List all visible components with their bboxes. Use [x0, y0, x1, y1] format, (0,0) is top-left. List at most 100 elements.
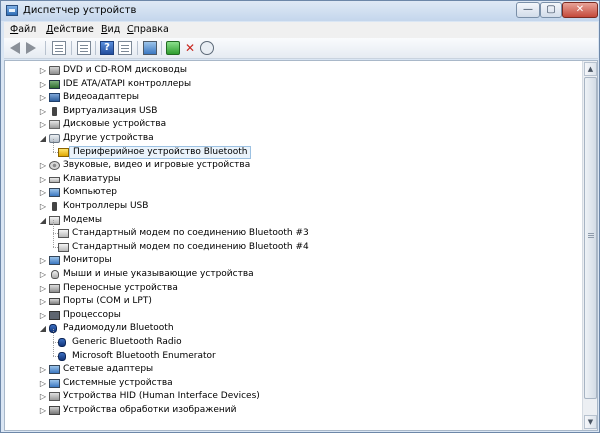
- help-icon[interactable]: ?: [100, 41, 114, 55]
- tree-item-label: Дисковые устройства: [63, 119, 167, 130]
- tree-category-item[interactable]: ▷ Устройства обработки изображений: [5, 404, 582, 417]
- tree-connector-line: [53, 220, 55, 234]
- properties-icon[interactable]: [77, 41, 91, 55]
- expand-arrow-icon[interactable]: ▷: [39, 295, 47, 308]
- device-tree: ▷ DVD и CD-ROM дисководы ▷ IDE ATA/ATAPI ко…: [5, 61, 582, 430]
- menu-help-label: правка: [133, 24, 169, 35]
- tree-category-item[interactable]: ◢ Другие устройства: [5, 132, 582, 145]
- tree-child-item[interactable]: Периферийное устройство Bluetooth: [5, 138, 582, 159]
- expand-arrow-icon[interactable]: ▷: [39, 282, 47, 295]
- tree-item-label: Компьютер: [63, 187, 117, 198]
- tree-category-item[interactable]: ◢ Модемы: [5, 214, 582, 227]
- tree-child-item[interactable]: Microsoft Bluetooth Enumerator: [5, 342, 582, 363]
- back-arrow-icon[interactable]: [10, 42, 20, 54]
- expand-arrow-icon[interactable]: ▷: [39, 404, 47, 417]
- tree-item-label: Порты (COM и LPT): [63, 296, 152, 307]
- collapse-arrow-icon[interactable]: ◢: [39, 132, 47, 145]
- menu-file[interactable]: Файл: [10, 24, 36, 35]
- tree-category-item[interactable]: ▷ Звуковые, видео и игровые устройства: [5, 159, 582, 172]
- scan-hardware-icon[interactable]: [143, 41, 157, 55]
- forward-arrow-icon[interactable]: [26, 42, 36, 54]
- tree-category-item[interactable]: ▷ Дисковые устройства: [5, 118, 582, 131]
- expand-arrow-icon[interactable]: ▷: [39, 105, 47, 118]
- tree-category-item[interactable]: ▷ Компьютер: [5, 186, 582, 199]
- mouse-icon: [51, 270, 59, 279]
- tree-item-label: Звуковые, видео и игровые устройства: [63, 160, 251, 171]
- tree-item-label: Стандартный модем по соединению Bluetoot…: [72, 241, 309, 252]
- tree-item-label: Устройства HID (Human Interface Devices): [63, 391, 260, 402]
- menu-action[interactable]: Действие: [46, 24, 94, 35]
- expand-arrow-icon[interactable]: ▷: [39, 254, 47, 267]
- processor-icon: [49, 310, 60, 320]
- tree-child-item[interactable]: Стандартный модем по соединению Bluetoot…: [5, 233, 582, 254]
- tree-category-item[interactable]: ▷ Мыши и иные указывающие устройства: [5, 268, 582, 281]
- modem-icon: [58, 242, 69, 252]
- minimize-button[interactable]: —: [516, 2, 540, 18]
- tree-category-item[interactable]: ▷ Процессоры: [5, 309, 582, 322]
- tree-category-item[interactable]: ▷ Устройства HID (Human Interface Devices…: [5, 390, 582, 403]
- expand-arrow-icon[interactable]: ▷: [39, 118, 47, 131]
- monitor-icon: [49, 256, 60, 266]
- tree-connector-line: [53, 329, 55, 342]
- show-hide-tree-icon[interactable]: [52, 41, 66, 55]
- title-bar[interactable]: Диспетчер устройств — ▢ ✕: [1, 1, 599, 21]
- tree-item-label: Переносные устройства: [63, 282, 178, 293]
- menu-help[interactable]: Справка: [127, 24, 169, 35]
- view-icon[interactable]: [118, 41, 132, 55]
- tree-item-label: Мониторы: [63, 255, 112, 266]
- tree-item-label: Устройства обработки изображений: [63, 405, 237, 415]
- tree-category-item[interactable]: ◢ Радиомодули Bluetooth: [5, 322, 582, 335]
- tree-category-item[interactable]: ▷ Контроллеры USB: [5, 200, 582, 213]
- tree-category-item[interactable]: ▷ DVD и CD-ROM дисководы: [5, 64, 582, 77]
- scroll-down-arrow-icon[interactable]: ▼: [584, 415, 597, 429]
- expand-arrow-icon[interactable]: ▷: [39, 390, 47, 403]
- expand-arrow-icon[interactable]: ▷: [39, 377, 47, 390]
- tree-category-item[interactable]: ▷ Видеоадаптеры: [5, 91, 582, 104]
- disable-device-icon[interactable]: [200, 41, 214, 55]
- ide-controller-icon: [49, 79, 60, 89]
- disk-drive-icon: [49, 120, 60, 130]
- network-adapter-icon: [49, 365, 60, 375]
- tree-category-item[interactable]: ▷ Виртуализация USB: [5, 105, 582, 118]
- menu-action-label: ействие: [53, 24, 94, 35]
- expand-arrow-icon[interactable]: ▷: [39, 268, 47, 281]
- menu-view[interactable]: Вид: [101, 24, 120, 35]
- update-driver-icon[interactable]: [166, 41, 180, 55]
- tree-category-item[interactable]: ▷ Переносные устройства: [5, 282, 582, 295]
- toolbar-separator: [45, 41, 46, 55]
- keyboard-icon: [49, 176, 60, 183]
- expand-arrow-icon[interactable]: ▷: [39, 91, 47, 104]
- expand-arrow-icon[interactable]: ▷: [39, 363, 47, 376]
- collapse-arrow-icon[interactable]: ◢: [39, 322, 47, 335]
- tree-category-item[interactable]: ▷ Системные устройства: [5, 377, 582, 390]
- tree-category-item[interactable]: ▷ Сетевые адаптеры: [5, 363, 582, 376]
- scroll-up-arrow-icon[interactable]: ▲: [584, 62, 597, 76]
- expand-arrow-icon[interactable]: ▷: [39, 200, 47, 213]
- expand-arrow-icon[interactable]: ▷: [39, 78, 47, 91]
- tree-category-item[interactable]: ▷ Мониторы: [5, 254, 582, 267]
- expand-arrow-icon[interactable]: ▷: [39, 309, 47, 322]
- tree-category-item[interactable]: ▷ Порты (COM и LPT): [5, 295, 582, 308]
- tree-category-item[interactable]: ▷ Клавиатуры: [5, 173, 582, 186]
- close-button[interactable]: ✕: [562, 2, 598, 18]
- warning-device-icon: [58, 147, 69, 157]
- tree-child-item[interactable]: Generic Bluetooth Radio: [5, 329, 582, 349]
- tree-category-item[interactable]: ▷ IDE ATA/ATAPI контроллеры: [5, 78, 582, 91]
- bluetooth-icon: [58, 338, 66, 347]
- vertical-scrollbar[interactable]: ▲ ▼: [582, 61, 597, 430]
- tree-item-label: Виртуализация USB: [63, 105, 158, 116]
- tree-item-label: Microsoft Bluetooth Enumerator: [72, 350, 216, 361]
- collapse-arrow-icon[interactable]: ◢: [39, 214, 47, 227]
- uninstall-icon[interactable]: ✕: [183, 41, 197, 55]
- tree-item-label: Клавиатуры: [63, 173, 121, 184]
- scroll-thumb[interactable]: [584, 77, 597, 399]
- computer-icon: [49, 188, 60, 198]
- expand-arrow-icon[interactable]: ▷: [39, 64, 47, 77]
- tree-item-label: Generic Bluetooth Radio: [72, 337, 182, 347]
- modem-icon: [58, 229, 69, 239]
- maximize-button[interactable]: ▢: [540, 2, 562, 18]
- expand-arrow-icon[interactable]: ▷: [39, 159, 47, 172]
- expand-arrow-icon[interactable]: ▷: [39, 186, 47, 199]
- expand-arrow-icon[interactable]: ▷: [39, 173, 47, 186]
- tree-child-item[interactable]: Стандартный модем по соединению Bluetoot…: [5, 220, 582, 240]
